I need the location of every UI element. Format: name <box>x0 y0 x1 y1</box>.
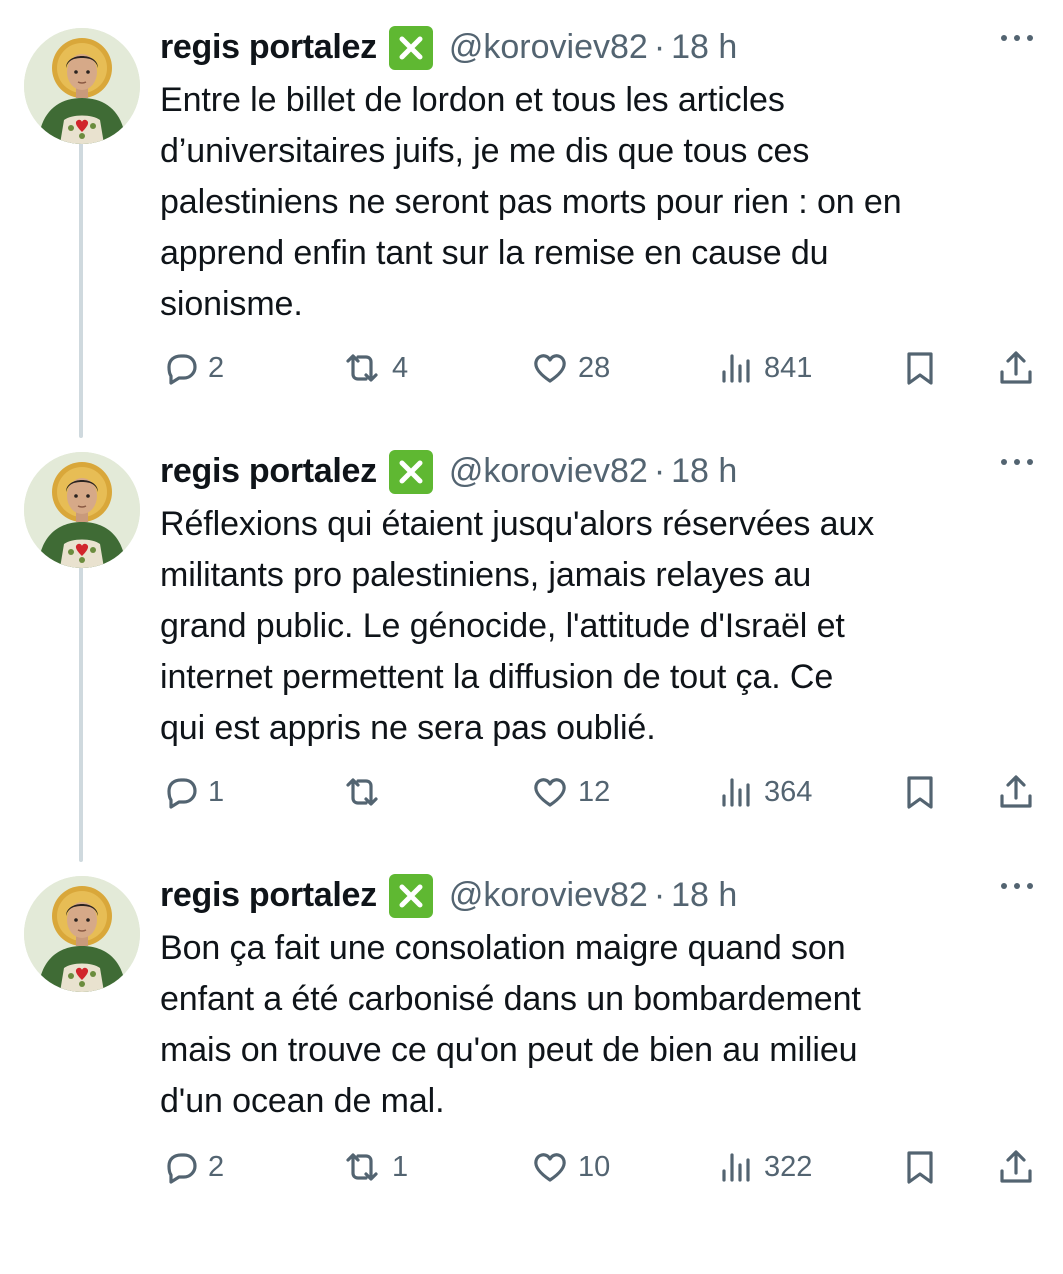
action-bar: 2 4 28 841 <box>0 343 1063 393</box>
repost-count: 4 <box>392 351 409 384</box>
tweet[interactable]: regis portalez @koroviev82 · 18 h Réflex… <box>0 450 1063 850</box>
view-count: 841 <box>764 351 813 384</box>
green-cross-badge-icon <box>388 26 433 70</box>
like-count: 28 <box>578 351 611 384</box>
separator-dot: · <box>653 27 666 66</box>
heart-icon <box>530 348 570 388</box>
author-name[interactable]: regis portalez <box>160 876 377 915</box>
author-handle[interactable]: @koroviev82 <box>449 876 648 915</box>
separator-dot: · <box>653 875 666 914</box>
bookmark-icon <box>900 1147 940 1187</box>
like-count: 10 <box>578 1150 611 1183</box>
repost-count: 1 <box>392 1150 409 1183</box>
repost-icon <box>340 772 384 812</box>
reply-button[interactable]: 2 <box>160 343 224 393</box>
green-cross-badge-icon <box>388 450 433 494</box>
reply-count: 2 <box>208 1150 225 1183</box>
action-bar: 2 1 10 322 <box>0 1142 1063 1192</box>
tweet-header: regis portalez @koroviev82 · 18 h <box>160 870 737 920</box>
avatar[interactable] <box>24 876 140 992</box>
timestamp[interactable]: 18 h <box>671 452 737 491</box>
tweet-header: regis portalez @koroviev82 · 18 h <box>160 22 737 72</box>
reply-icon <box>160 1147 200 1187</box>
reply-count: 2 <box>208 351 225 384</box>
bookmark-button[interactable] <box>900 343 940 393</box>
view-count: 364 <box>764 775 813 808</box>
share-icon <box>996 348 1036 388</box>
views-button[interactable]: 364 <box>716 767 812 817</box>
action-bar: 1 12 364 <box>0 767 1063 817</box>
views-icon <box>716 772 756 812</box>
share-icon <box>996 772 1036 812</box>
share-button[interactable] <box>996 343 1036 393</box>
tweet-header: regis portalez @koroviev82 · 18 h <box>160 446 737 496</box>
views-button[interactable]: 841 <box>716 343 812 393</box>
repost-icon <box>340 1147 384 1187</box>
tweet[interactable]: regis portalez @koroviev82 · 18 h Entre … <box>0 26 1063 426</box>
views-icon <box>716 348 756 388</box>
like-count: 12 <box>578 775 611 808</box>
timestamp[interactable]: 18 h <box>671 28 737 67</box>
reply-count: 1 <box>208 775 225 808</box>
like-button[interactable]: 10 <box>530 1142 610 1192</box>
tweet[interactable]: regis portalez @koroviev82 · 18 h Bon ça… <box>0 874 1063 1274</box>
reply-icon <box>160 348 200 388</box>
bookmark-button[interactable] <box>900 767 940 817</box>
tweet-text: Réflexions qui étaient jusqu'alors réser… <box>160 505 875 747</box>
bookmark-icon <box>900 772 940 812</box>
repost-icon <box>340 348 384 388</box>
more-options-icon[interactable] <box>999 28 1035 48</box>
bookmark-button[interactable] <box>900 1142 940 1192</box>
share-button[interactable] <box>996 1142 1036 1192</box>
author-name[interactable]: regis portalez <box>160 452 377 491</box>
share-icon <box>996 1147 1036 1187</box>
like-button[interactable]: 28 <box>530 343 610 393</box>
repost-button[interactable]: 1 <box>340 1142 408 1192</box>
avatar[interactable] <box>24 28 140 144</box>
view-count: 322 <box>764 1150 813 1183</box>
share-button[interactable] <box>996 767 1036 817</box>
repost-button[interactable] <box>340 767 392 817</box>
timestamp[interactable]: 18 h <box>671 876 737 915</box>
green-cross-badge-icon <box>388 874 433 918</box>
author-handle[interactable]: @koroviev82 <box>449 28 648 67</box>
tweet-thread: regis portalez @koroviev82 · 18 h Entre … <box>0 0 1063 1200</box>
heart-icon <box>530 772 570 812</box>
views-button[interactable]: 322 <box>716 1142 812 1192</box>
views-icon <box>716 1147 756 1187</box>
author-name[interactable]: regis portalez <box>160 28 377 67</box>
reply-icon <box>160 772 200 812</box>
repost-button[interactable]: 4 <box>340 343 408 393</box>
bookmark-icon <box>900 348 940 388</box>
tweet-text: Entre le billet de lordon et tous les ar… <box>160 81 902 323</box>
separator-dot: · <box>653 451 666 490</box>
more-options-icon[interactable] <box>999 876 1035 896</box>
reply-button[interactable]: 1 <box>160 767 224 817</box>
heart-icon <box>530 1147 570 1187</box>
reply-button[interactable]: 2 <box>160 1142 224 1192</box>
avatar[interactable] <box>24 452 140 568</box>
author-handle[interactable]: @koroviev82 <box>449 452 648 491</box>
tweet-text: Bon ça fait une consolation maigre quand… <box>160 929 861 1120</box>
more-options-icon[interactable] <box>999 452 1035 472</box>
like-button[interactable]: 12 <box>530 767 610 817</box>
